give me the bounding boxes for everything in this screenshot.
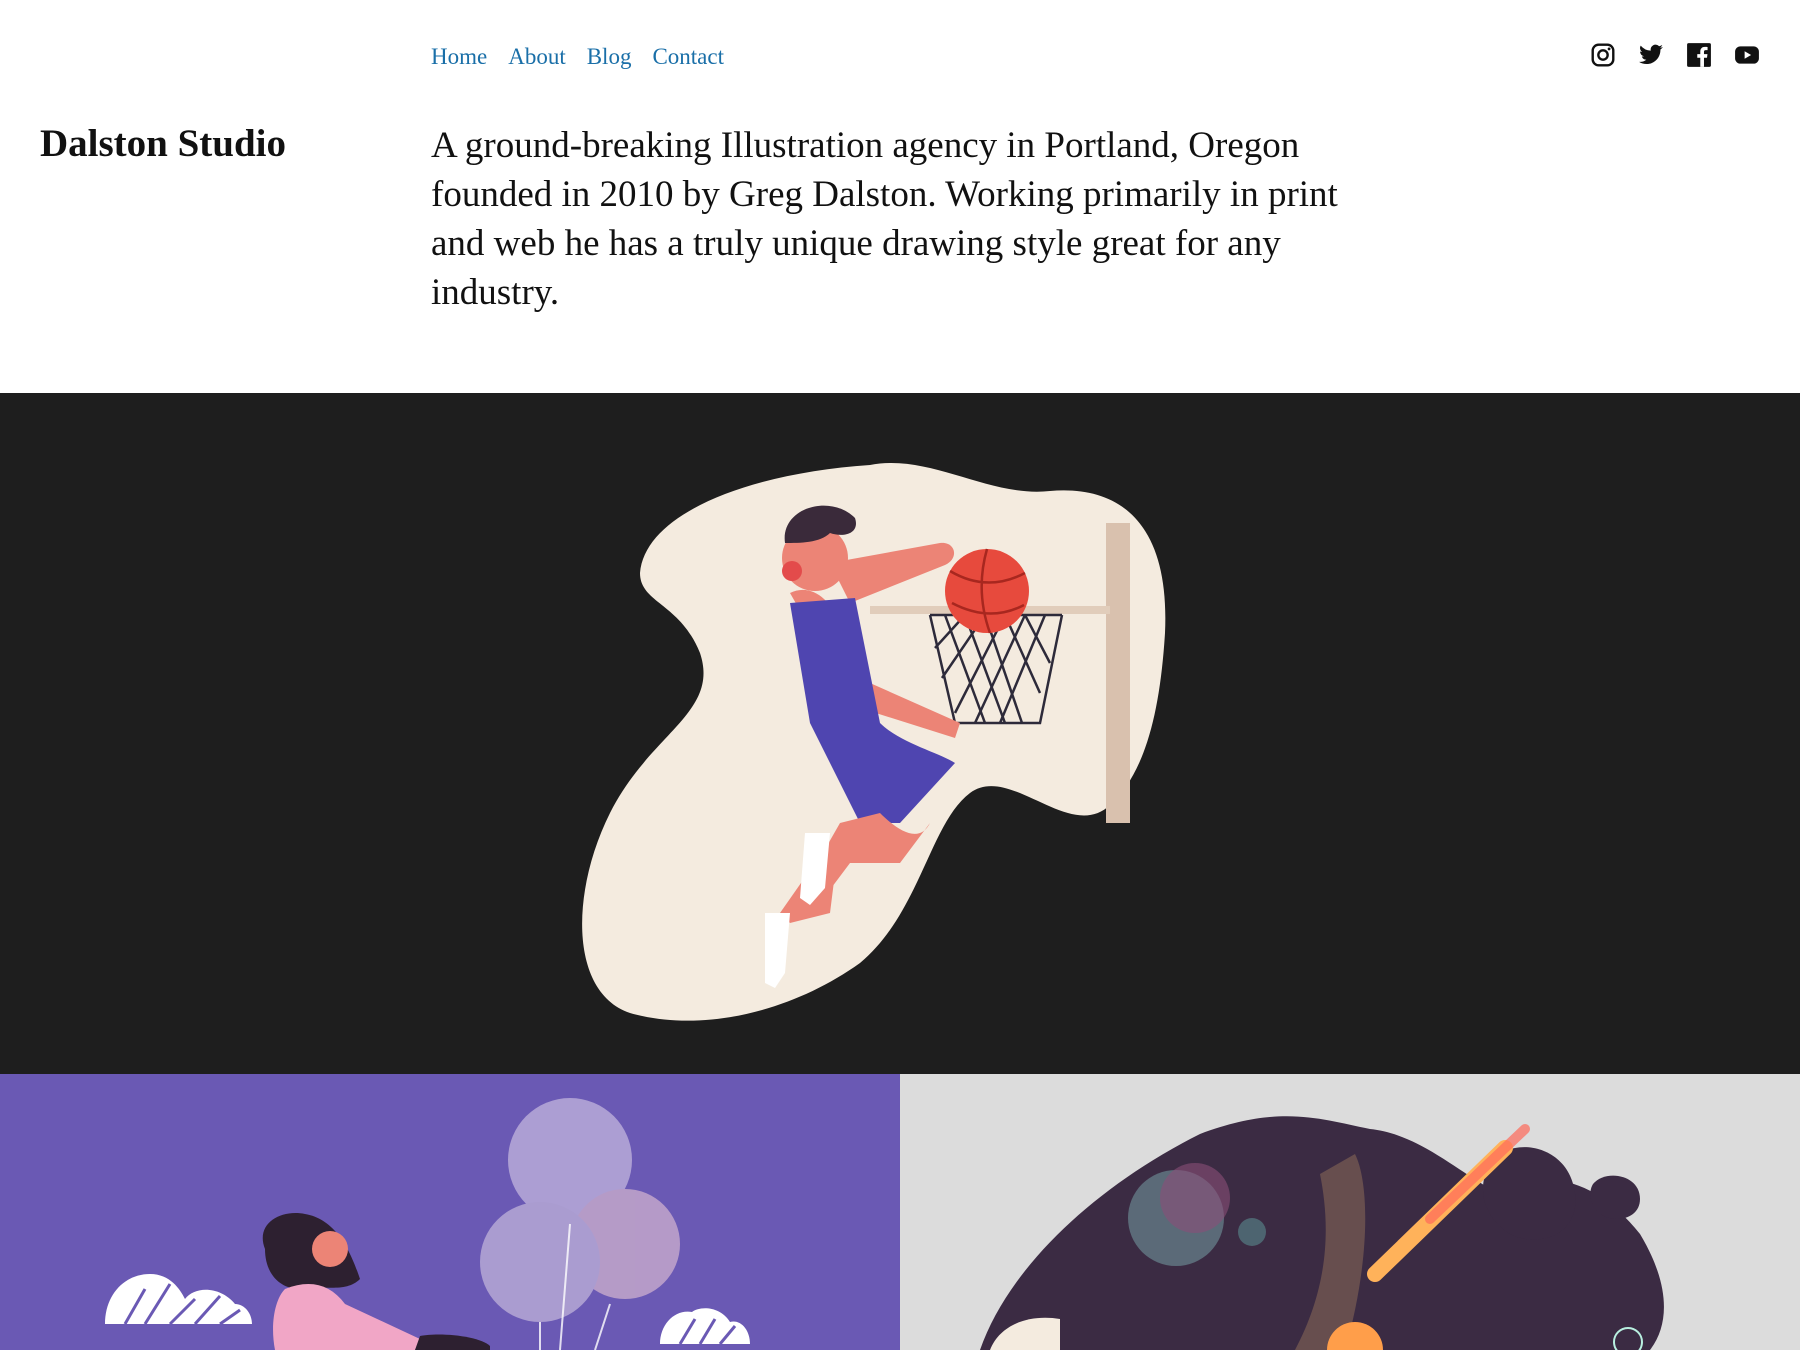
woman-with-balloons-illustration [105, 1098, 750, 1350]
youtube-icon[interactable] [1734, 42, 1760, 68]
twitter-icon[interactable] [1638, 42, 1664, 68]
nav-home-link[interactable]: Home [431, 44, 487, 70]
artwork-tile-balloons[interactable] [0, 1074, 900, 1350]
space-planets-illustration [980, 1116, 1664, 1350]
basketball-dunk-illustration [582, 462, 1166, 1021]
featured-artwork[interactable] [0, 393, 1800, 1074]
facebook-icon[interactable] [1686, 42, 1712, 68]
social-links [1590, 42, 1760, 68]
instagram-icon[interactable] [1590, 42, 1616, 68]
main-nav: Home About Blog Contact [431, 44, 724, 70]
intro-text: A ground-breaking Illustration agency in… [431, 125, 1338, 313]
nav-contact-link[interactable]: Contact [652, 44, 724, 70]
site-title[interactable]: Dalston Studio [40, 121, 286, 166]
artwork-tile-space[interactable] [900, 1074, 1800, 1350]
nav-about-link[interactable]: About [508, 44, 566, 70]
nav-blog-link[interactable]: Blog [587, 44, 632, 70]
